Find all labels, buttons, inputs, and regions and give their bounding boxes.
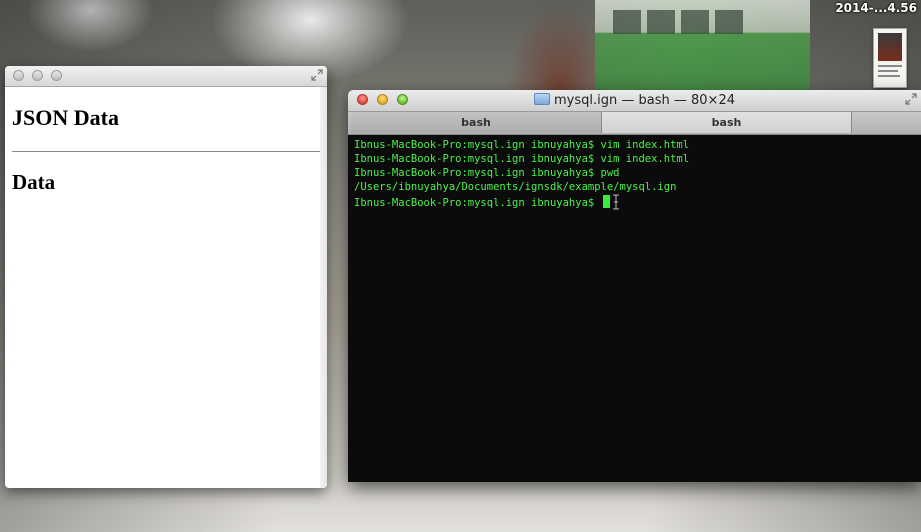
terminal-line: Ibnus-MacBook-Pro:mysql.ign ibnuyahya$ v… bbox=[354, 139, 690, 151]
folder-icon bbox=[534, 93, 551, 105]
minimize-button[interactable] bbox=[32, 70, 43, 81]
terminal-prompt-line: Ibnus-MacBook-Pro:mysql.ign ibnuyahya$ bbox=[354, 194, 921, 210]
ibeam-cursor-icon bbox=[612, 194, 619, 210]
terminal-line: Ibnus-MacBook-Pro:mysql.ign ibnuyahya$ v… bbox=[354, 153, 690, 165]
terminal-line: /Users/ibnuyahya/Documents/ignsdk/exampl… bbox=[354, 181, 677, 193]
scrollbar[interactable] bbox=[320, 87, 327, 488]
text-cursor bbox=[602, 195, 610, 208]
terminal-title: mysql.ign — bash — 80×24 bbox=[348, 93, 921, 108]
terminal-title-text: mysql.ign — bash — 80×24 bbox=[554, 93, 735, 108]
page-heading: JSON Data bbox=[12, 105, 119, 130]
section-heading: Data bbox=[12, 170, 56, 194]
terminal-window[interactable]: mysql.ign — bash — 80×24 bash bash Ibnus… bbox=[348, 90, 921, 482]
terminal-titlebar[interactable]: mysql.ign — bash — 80×24 bbox=[348, 90, 921, 112]
desktop-thumbnail-file[interactable] bbox=[873, 28, 907, 88]
terminal-tab-bar: bash bash bbox=[348, 112, 921, 135]
terminal-line: Ibnus-MacBook-Pro:mysql.ign ibnuyahya$ p… bbox=[354, 167, 620, 179]
tab-bash-2[interactable]: bash bbox=[601, 112, 852, 133]
tab-bash-1[interactable]: bash bbox=[351, 112, 602, 133]
zoom-button[interactable] bbox=[51, 70, 62, 81]
wallpaper-bus bbox=[595, 0, 810, 92]
json-data-window[interactable]: JSON Data Data bbox=[5, 66, 327, 488]
menu-clock[interactable]: 2014-...4.56 bbox=[835, 1, 917, 15]
window-titlebar[interactable] bbox=[5, 66, 327, 87]
fullscreen-icon[interactable] bbox=[905, 93, 917, 105]
close-button[interactable] bbox=[13, 70, 24, 81]
fullscreen-icon[interactable] bbox=[311, 69, 323, 81]
terminal-prompt: Ibnus-MacBook-Pro:mysql.ign ibnuyahya$ bbox=[354, 197, 601, 209]
terminal-output[interactable]: Ibnus-MacBook-Pro:mysql.ign ibnuyahya$ v… bbox=[348, 135, 921, 210]
divider bbox=[12, 151, 320, 152]
